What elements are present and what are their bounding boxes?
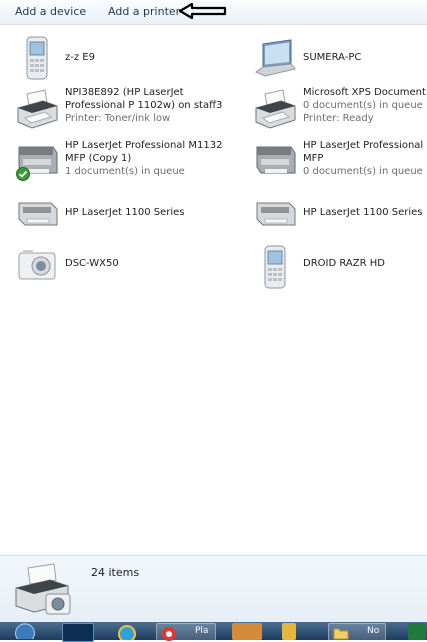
device-item[interactable]: HP LaserJet 1100 Series: [253, 193, 427, 241]
device-queue: 1 document(s) in queue: [65, 166, 185, 177]
add-printer-button[interactable]: Add a printer: [106, 4, 182, 19]
device-name-cont: Professional P 1102w) on staff3: [65, 100, 223, 111]
device-item[interactable]: z-z E9: [15, 34, 225, 82]
mfp-printer-icon: [256, 146, 296, 174]
device-item[interactable]: SUMERA-PC: [253, 34, 427, 82]
device-name: z-z E9: [65, 52, 95, 63]
printer-icon: [17, 89, 58, 129]
device-name: DSC-WX50: [65, 258, 119, 269]
device-item[interactable]: DSC-WX50: [15, 243, 225, 291]
device-name: HP LaserJet 1100 Series: [303, 207, 423, 218]
chrome-icon: [162, 627, 176, 641]
device-item[interactable]: DROID RAZR HD: [253, 243, 427, 291]
device-item[interactable]: HP LaserJet Professional M MFP 0 documen…: [253, 139, 427, 187]
device-item[interactable]: NPI38E892 (HP LaserJet Professional P 11…: [15, 86, 225, 134]
device-name: Microsoft XPS Document: [303, 87, 426, 98]
device-name-cont: MFP: [303, 153, 324, 164]
mobile-phone-icon: [264, 245, 286, 289]
media-icon[interactable]: [114, 623, 140, 640]
device-name: NPI38E892 (HP LaserJet: [65, 87, 184, 98]
device-name: HP LaserJet Professional M: [303, 140, 427, 151]
folder-taskbar-button[interactable]: No: [328, 623, 386, 642]
laptop-icon: [254, 39, 296, 77]
image-icon[interactable]: [232, 623, 262, 640]
excel-icon[interactable]: [408, 623, 426, 640]
annotation-arrow-icon: [178, 2, 227, 20]
photoshop-icon[interactable]: [62, 623, 94, 642]
device-item[interactable]: HP LaserJet Professional M1132 MFP (Copy…: [15, 139, 225, 187]
laser-printer-icon: [256, 202, 296, 226]
device-name: HP LaserJet 1100 Series: [65, 207, 185, 218]
device-queue: 0 document(s) in queue: [303, 100, 423, 111]
mobile-phone-icon: [26, 36, 48, 80]
taskbar: Pla No: [0, 622, 427, 642]
device-status: Printer: Toner/ink low: [65, 113, 171, 124]
add-device-button[interactable]: Add a device: [13, 4, 88, 19]
taskbar-label: Pla: [195, 626, 209, 636]
device-name: HP LaserJet Professional M1132: [65, 140, 223, 151]
device-item[interactable]: HP LaserJet 1100 Series: [15, 193, 225, 241]
printer-icon: [255, 89, 296, 129]
tool-icon[interactable]: [282, 623, 296, 640]
device-name-cont: MFP (Copy 1): [65, 153, 132, 164]
device-status: Printer: Ready: [303, 113, 374, 124]
device-item[interactable]: Microsoft XPS Document 0 document(s) in …: [253, 86, 427, 134]
devices-list: z-z E9 SUMERA-PC NPI38E892 (HP LaserJet …: [0, 25, 427, 555]
chrome-taskbar-button[interactable]: Pla: [156, 623, 216, 642]
device-name: SUMERA-PC: [303, 52, 362, 63]
folder-icon: [333, 628, 349, 640]
start-orb-icon[interactable]: [10, 622, 40, 639]
command-bar: Add a device Add a printer: [0, 0, 427, 25]
laser-printer-icon: [18, 202, 58, 226]
details-pane: 24 items: [0, 555, 427, 623]
taskbar-label: No: [367, 626, 380, 636]
devices-and-printers-icon: [15, 563, 71, 615]
device-queue: 0 document(s) in queue: [303, 166, 423, 177]
camera-icon: [18, 250, 56, 280]
default-printer-check-icon: [16, 167, 30, 181]
item-count: 24 items: [91, 566, 140, 579]
device-name: DROID RAZR HD: [303, 258, 385, 269]
